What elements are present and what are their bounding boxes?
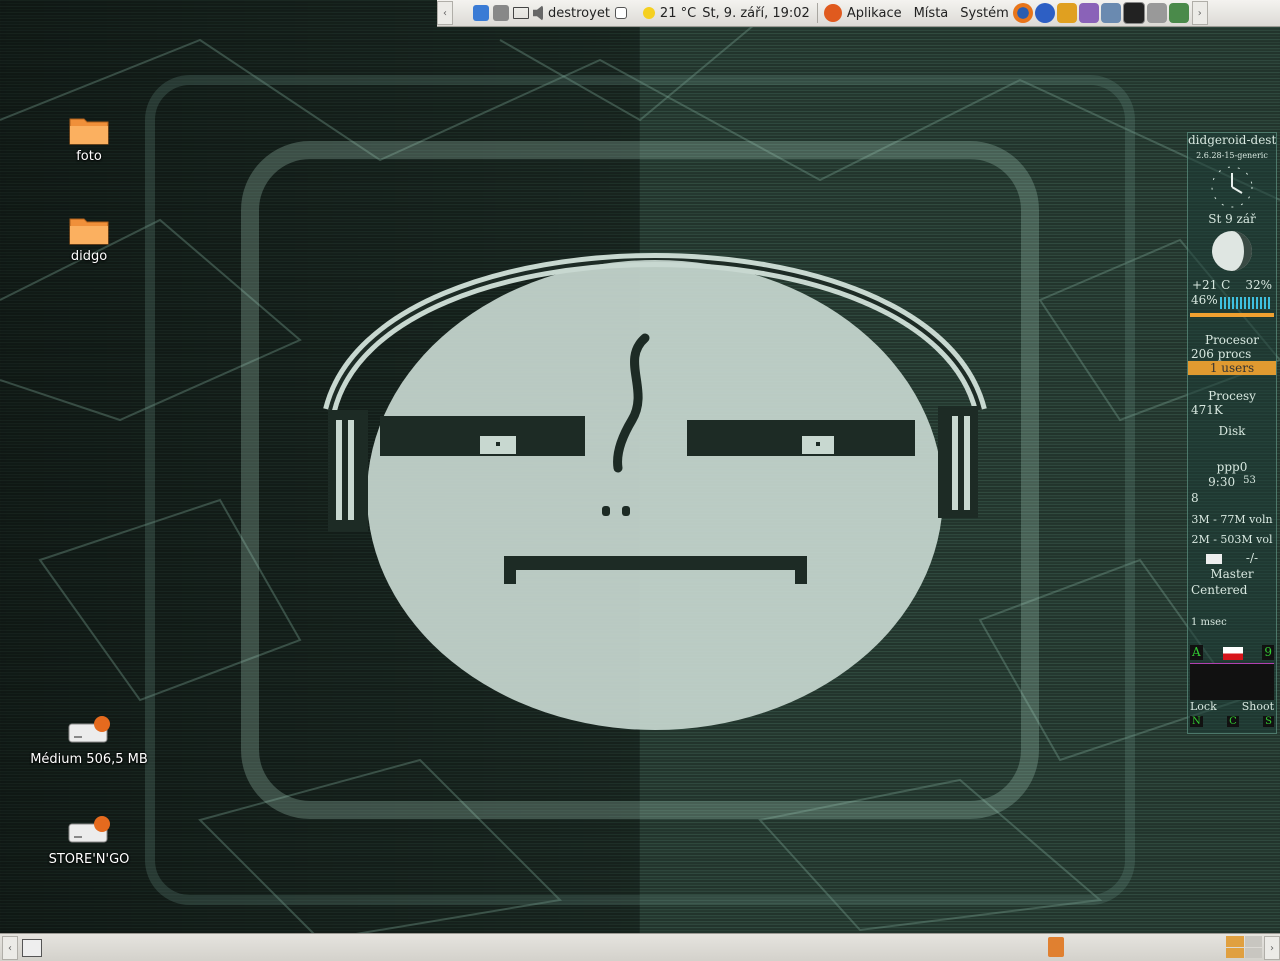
- wallpaper-mode: Centered: [1191, 583, 1248, 597]
- memory-usage: 471K: [1191, 403, 1223, 417]
- menu-system[interactable]: Systém: [957, 0, 1011, 26]
- weather-readout: +21 C 32%: [1188, 278, 1276, 292]
- trash-icon[interactable]: [1048, 937, 1064, 957]
- show-desktop-icon[interactable]: [22, 939, 42, 957]
- clock[interactable]: St, 9. září, 19:02: [699, 0, 813, 26]
- network-value: 53: [1243, 475, 1256, 486]
- desktop-icon-label: foto: [76, 149, 102, 164]
- workspace-1[interactable]: [1226, 936, 1244, 947]
- desktop-icon-label: didgo: [70, 249, 108, 264]
- numlock-led: N: [1190, 716, 1203, 727]
- keyboard-number: 9: [1262, 645, 1274, 660]
- activity-graph: [1190, 663, 1274, 700]
- usb-drive-icon: [68, 816, 110, 846]
- workspace-2[interactable]: [1244, 936, 1262, 947]
- cpu-section-title: Procesor: [1205, 333, 1259, 347]
- volume-icon[interactable]: [533, 5, 543, 21]
- help-icon[interactable]: [1034, 3, 1055, 23]
- cpu-graph: [1220, 297, 1272, 309]
- usb-drive-icon: [68, 716, 110, 746]
- processes-section-title: Procesy: [1208, 389, 1256, 403]
- user-count: 1 users: [1188, 361, 1276, 375]
- face-artwork: [323, 253, 987, 730]
- desktop-icon-drive[interactable]: Médium 506,5 MB: [29, 716, 149, 767]
- workspace-switcher[interactable]: [1226, 936, 1262, 958]
- menu-places[interactable]: Místa: [911, 0, 952, 26]
- cpu-bar: [1190, 313, 1274, 317]
- shoot-button[interactable]: Shoot: [1242, 700, 1274, 713]
- widget-date: St 9 zář: [1208, 212, 1256, 226]
- editor-icon[interactable]: [1168, 3, 1189, 23]
- mail-readout: -/-: [1188, 551, 1276, 565]
- bottom-panel: ‹ ›: [0, 933, 1280, 961]
- app-icon[interactable]: [1100, 3, 1121, 23]
- menu-applications[interactable]: Aplikace: [844, 0, 905, 26]
- czech-flag-icon: [1222, 647, 1243, 660]
- lock-button[interactable]: Lock: [1190, 700, 1217, 713]
- music-icon[interactable]: [1056, 3, 1077, 23]
- top-panel: ‹ destroyet 21 °C St, 9. září, 19:02 Apl…: [437, 0, 1280, 27]
- panel-scroll-left-button[interactable]: ‹: [437, 1, 453, 25]
- network-time: 9:30: [1208, 475, 1236, 489]
- analog-clock-icon: [1211, 166, 1253, 208]
- desktop-icon-label: STORE'N'GO: [48, 852, 130, 867]
- filesystem-home: 2M - 503M vol: [1191, 533, 1273, 546]
- terminal-icon[interactable]: [1122, 2, 1145, 24]
- panel-scroll-right-button[interactable]: ›: [1191, 1, 1208, 25]
- firefox-icon[interactable]: [1012, 3, 1033, 23]
- network-count: 8: [1191, 491, 1199, 505]
- kernel-version: 2.6.28-15-generic: [1196, 151, 1268, 160]
- desktop-icon-drive[interactable]: STORE'N'GO: [29, 816, 149, 867]
- mail-icon: [1205, 554, 1222, 564]
- desktop-icon-label: Médium 506,5 MB: [30, 752, 148, 767]
- folder-icon: [69, 215, 109, 245]
- mail-icon[interactable]: [513, 7, 529, 19]
- user-switcher[interactable]: destroyet: [545, 0, 613, 26]
- outside-temperature: +21 C: [1192, 278, 1231, 292]
- disk-section-title: Disk: [1218, 424, 1246, 438]
- ping-time: 1 msec: [1191, 617, 1227, 628]
- bluetooth-icon[interactable]: [473, 5, 489, 21]
- lock-shoot-row: Lock Shoot: [1188, 700, 1276, 713]
- system-monitor-widget: didgeroid-destr 2.6.28-15-generic St 9 z…: [1187, 132, 1277, 734]
- filesystem-root: 3M - 77M voln: [1191, 513, 1273, 526]
- mixer-channel: Master: [1210, 567, 1254, 581]
- folder-icon: [69, 115, 109, 145]
- led-row: N C S: [1188, 716, 1276, 727]
- window-icon[interactable]: [614, 7, 627, 19]
- capslock-led: C: [1227, 716, 1239, 727]
- weather-sun-icon: [642, 7, 655, 19]
- humidity: 32%: [1245, 278, 1272, 292]
- scrolllock-led: S: [1263, 716, 1274, 727]
- desktop-icon-folder[interactable]: foto: [29, 115, 149, 164]
- network-icon[interactable]: [493, 5, 509, 21]
- bottom-scroll-right-button[interactable]: ›: [1264, 936, 1280, 960]
- network-readout: 9:30 53: [1188, 475, 1276, 489]
- mail-count: -/-: [1245, 551, 1259, 565]
- workspace-3[interactable]: [1226, 947, 1244, 958]
- process-count: 206 procs: [1191, 347, 1252, 361]
- ubuntu-logo-icon: [823, 4, 842, 22]
- network-interface: ppp0: [1216, 460, 1248, 474]
- game-icon[interactable]: [1078, 3, 1099, 23]
- screenshot-icon[interactable]: [1146, 3, 1167, 23]
- bottom-scroll-left-button[interactable]: ‹: [2, 936, 18, 960]
- moon-phase-icon: [1212, 231, 1252, 271]
- panel-separator: [816, 3, 818, 23]
- desktop-icon-folder[interactable]: didgo: [29, 215, 149, 264]
- keyboard-status: A 9: [1188, 645, 1276, 660]
- keyboard-layout-letter: A: [1190, 645, 1203, 660]
- workspace-4[interactable]: [1244, 947, 1262, 958]
- weather-temperature[interactable]: 21 °C: [657, 0, 699, 26]
- hostname: didgeroid-destr: [1188, 133, 1276, 147]
